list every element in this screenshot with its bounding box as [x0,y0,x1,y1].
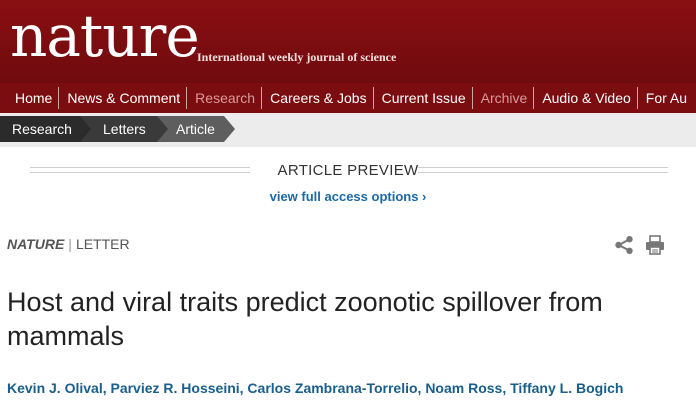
article-meta: NATURE | LETTER [7,236,130,252]
masthead: nature International weekly journal of s… [0,0,696,83]
breadcrumb: Research Letters Article [0,113,696,147]
view-full-access-link[interactable]: view full access options › [0,189,696,204]
nav-item-audio-video[interactable]: Audio & Video [534,87,638,109]
nav-item-research[interactable]: Research [187,87,263,109]
article-title: Host and viral traits predict zoonotic s… [7,287,603,351]
nav-item-for-authors[interactable]: For Au [638,87,693,109]
nav-item-careers-jobs[interactable]: Careers & Jobs [262,87,374,109]
journal-name: NATURE [7,236,65,252]
breadcrumb-label: Letters [103,121,146,137]
nav-item-archive[interactable]: Archive [473,87,535,109]
nav-item-news-comment[interactable]: News & Comment [59,87,188,109]
nav-item-current-issue[interactable]: Current Issue [374,87,473,109]
breadcrumb-label: Article [176,121,215,137]
meta-separator: | [68,236,72,252]
breadcrumb-letters[interactable]: Letters [80,116,169,142]
nature-logo[interactable]: nature [10,5,200,67]
print-icon[interactable] [645,235,665,255]
page: nature International weekly journal of s… [0,0,696,401]
article-type: LETTER [75,236,130,252]
breadcrumb-article[interactable]: Article [157,116,235,142]
breadcrumb-research[interactable]: Research [0,116,93,142]
tagline: International weekly journal of science [197,50,397,64]
nav-item-home[interactable]: Home [0,87,60,109]
article-preview-heading: ARTICLE PREVIEW [277,162,419,179]
main-nav: Home News & Comment Research Careers & J… [0,83,696,113]
share-icon[interactable] [614,236,634,254]
article-authors[interactable]: Kevin J. Olival, Parviez R. Hosseini, Ca… [7,380,623,396]
breadcrumb-label: Research [12,121,72,137]
